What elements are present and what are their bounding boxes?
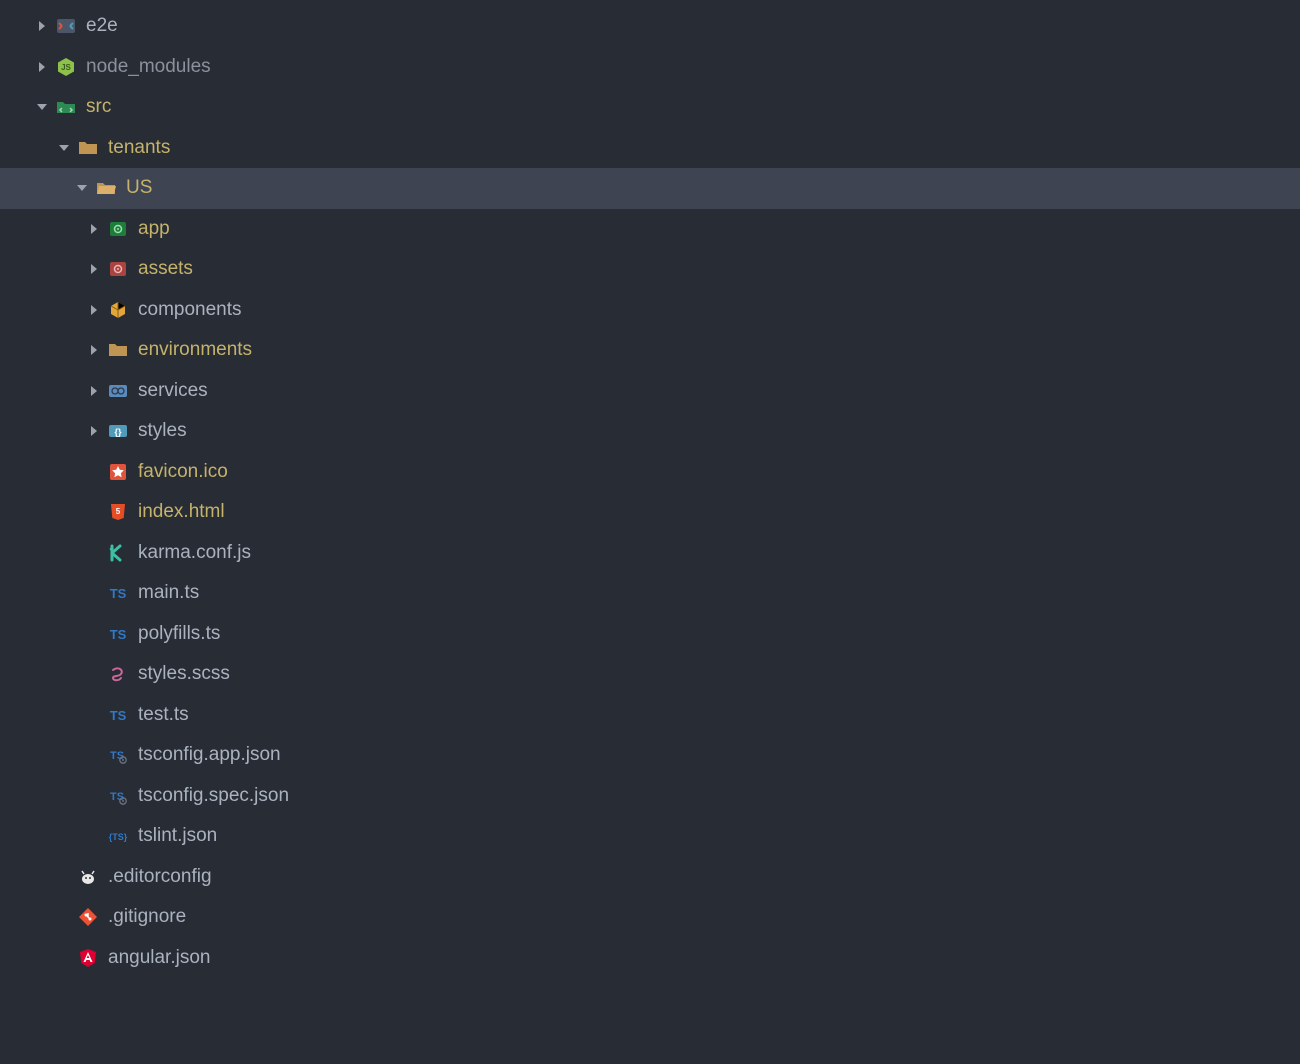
chevron-right-icon[interactable] (88, 425, 100, 437)
svg-text:5: 5 (116, 507, 121, 516)
tree-item-label: app (138, 218, 170, 240)
ts-icon: TS (108, 583, 128, 603)
tree-item-assets[interactable]: assets (0, 249, 1300, 290)
tree-item-label: polyfills.ts (138, 623, 220, 645)
tree-item--editorconfig[interactable]: .editorconfig (0, 857, 1300, 898)
tree-item-src[interactable]: src (0, 87, 1300, 128)
chevron-right-icon[interactable] (88, 344, 100, 356)
assets-icon (108, 259, 128, 279)
e2e-icon (56, 16, 76, 36)
tree-item-e2e[interactable]: e2e (0, 6, 1300, 47)
tree-item-label: tenants (108, 137, 170, 159)
chevron-right-icon[interactable] (36, 20, 48, 32)
svg-text:TS: TS (110, 750, 124, 762)
tslint-icon: {TS} (108, 826, 128, 846)
git-icon (78, 907, 98, 927)
tree-item-tsconfig-app-json[interactable]: TS tsconfig.app.json (0, 735, 1300, 776)
tree-item-tsconfig-spec-json[interactable]: TS tsconfig.spec.json (0, 776, 1300, 817)
tree-item-test-ts[interactable]: TS test.ts (0, 695, 1300, 736)
tree-item-us[interactable]: US (0, 168, 1300, 209)
tree-item-label: styles (138, 420, 187, 442)
tree-item-components[interactable]: components (0, 290, 1300, 331)
tree-item-label: styles.scss (138, 663, 230, 685)
tree-item-styles[interactable]: {} styles (0, 411, 1300, 452)
tree-item-label: US (126, 177, 152, 199)
tree-item-label: angular.json (108, 947, 210, 969)
ts-icon: TS (108, 705, 128, 725)
tree-item-label: environments (138, 339, 252, 361)
html-icon: 5 (108, 502, 128, 522)
tree-item-label: karma.conf.js (138, 542, 251, 564)
tree-item-app[interactable]: app (0, 209, 1300, 250)
tsconf-icon: TS (108, 745, 128, 765)
tree-item-styles-scss[interactable]: styles.scss (0, 654, 1300, 695)
tree-item-node-modules[interactable]: JS node_modules (0, 47, 1300, 88)
svg-text:{}: {} (114, 427, 122, 437)
chevron-right-icon[interactable] (88, 304, 100, 316)
svg-text:TS: TS (110, 708, 127, 723)
tree-item-index-html[interactable]: 5 index.html (0, 492, 1300, 533)
tree-item-label: node_modules (86, 56, 211, 78)
svg-text:TS: TS (110, 586, 127, 601)
tree-item-label: .editorconfig (108, 866, 212, 888)
ts-icon: TS (108, 624, 128, 644)
styles-icon: {} (108, 421, 128, 441)
svg-text:JS: JS (61, 63, 71, 72)
tree-item-label: main.ts (138, 582, 199, 604)
chevron-down-icon[interactable] (76, 182, 88, 194)
tree-item-tenants[interactable]: tenants (0, 128, 1300, 169)
chevron-right-icon[interactable] (88, 385, 100, 397)
angular-icon (78, 948, 98, 968)
tree-item-label: favicon.ico (138, 461, 228, 483)
svg-text:{TS}: {TS} (109, 832, 128, 842)
svg-text:TS: TS (110, 627, 127, 642)
chevron-down-icon[interactable] (58, 142, 70, 154)
favicon-icon (108, 462, 128, 482)
tree-item--gitignore[interactable]: .gitignore (0, 897, 1300, 938)
tree-item-label: components (138, 299, 242, 321)
tree-item-label: .gitignore (108, 906, 186, 928)
tree-item-label: tslint.json (138, 825, 217, 847)
tree-item-label: assets (138, 258, 193, 280)
tree-item-main-ts[interactable]: TS main.ts (0, 573, 1300, 614)
chevron-right-icon[interactable] (36, 61, 48, 73)
app-icon (108, 219, 128, 239)
folder-open-icon (96, 178, 116, 198)
file-tree: e2e JS node_modules src tenants US app as… (0, 6, 1300, 978)
tree-item-label: index.html (138, 501, 225, 523)
components-icon (108, 300, 128, 320)
src-icon (56, 97, 76, 117)
tsconf-icon: TS (108, 786, 128, 806)
folder-icon (78, 138, 98, 158)
scss-icon (108, 664, 128, 684)
tree-item-label: services (138, 380, 208, 402)
tree-item-label: tsconfig.app.json (138, 744, 281, 766)
chevron-down-icon[interactable] (36, 101, 48, 113)
tree-item-environments[interactable]: environments (0, 330, 1300, 371)
tree-item-favicon-ico[interactable]: favicon.ico (0, 452, 1300, 493)
tree-item-label: test.ts (138, 704, 189, 726)
tree-item-angular-json[interactable]: angular.json (0, 938, 1300, 979)
tree-item-tslint-json[interactable]: {TS} tslint.json (0, 816, 1300, 857)
tree-item-polyfills-ts[interactable]: TS polyfills.ts (0, 614, 1300, 655)
tree-item-services[interactable]: services (0, 371, 1300, 412)
chevron-right-icon[interactable] (88, 223, 100, 235)
tree-item-karma-conf-js[interactable]: karma.conf.js (0, 533, 1300, 574)
chevron-right-icon[interactable] (88, 263, 100, 275)
tree-item-label: tsconfig.spec.json (138, 785, 289, 807)
folder-icon (108, 340, 128, 360)
karma-icon (108, 543, 128, 563)
tree-item-label: e2e (86, 15, 118, 37)
node-icon: JS (56, 57, 76, 77)
tree-item-label: src (86, 96, 111, 118)
editorconfig-icon (78, 867, 98, 887)
services-icon (108, 381, 128, 401)
svg-text:TS: TS (110, 791, 124, 803)
